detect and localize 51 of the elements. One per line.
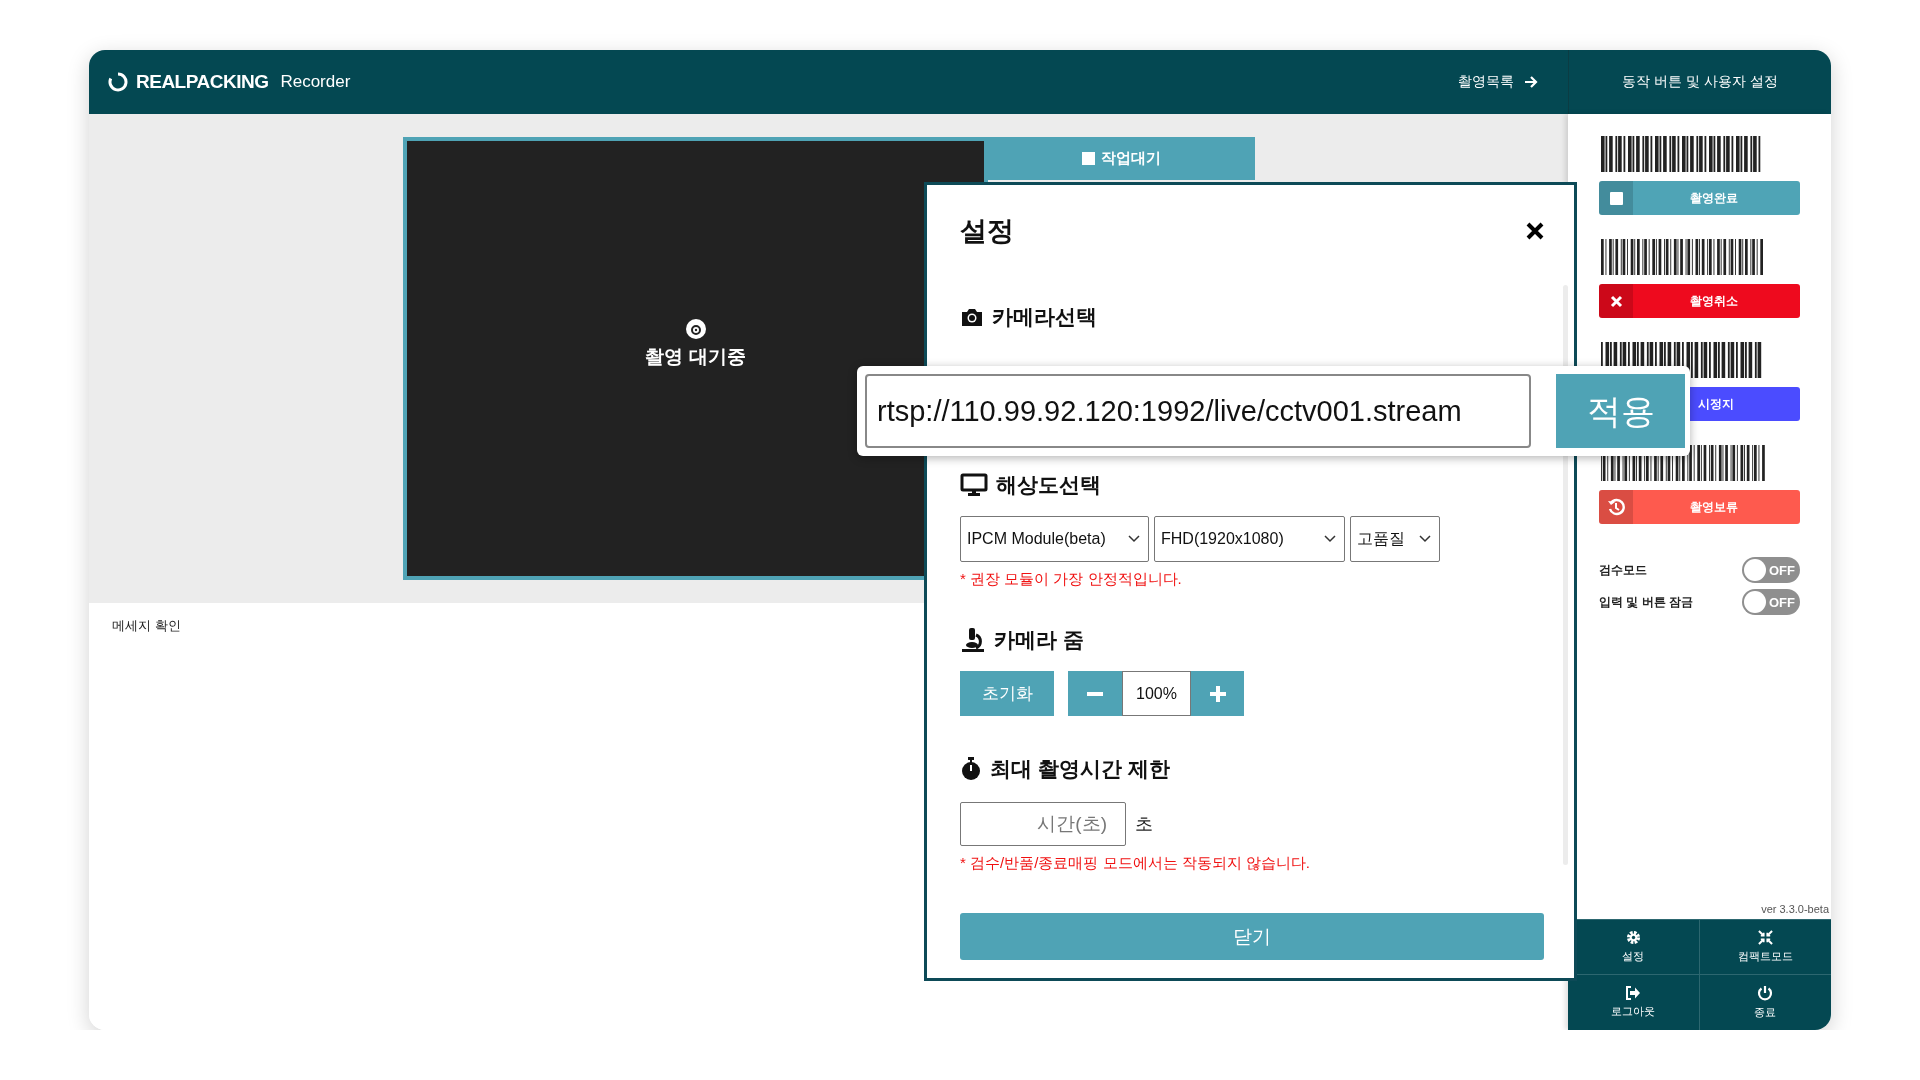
logo-icon: [108, 72, 128, 92]
settings-icon: [1625, 930, 1641, 945]
unit-label: 초: [1135, 813, 1153, 836]
hint-text: * 권장 모듈이 가장 안정적입니다.: [960, 570, 1182, 589]
logout-icon: [1625, 986, 1642, 1000]
time-field[interactable]: 시간(초): [960, 802, 1126, 846]
action-button[interactable]: 시정지: [1690, 387, 1800, 421]
panel-title: 동작 버튼 및 사용자 설정: [1622, 73, 1778, 91]
toggle-label: 입력 및 버튼 잠금: [1599, 593, 1693, 611]
zoom-out-button[interactable]: [1068, 671, 1122, 716]
section-heading: 카메라선택: [992, 304, 1097, 330]
disc-icon: [684, 317, 707, 340]
power-icon: [1757, 985, 1774, 1001]
zoom-in-button[interactable]: [1191, 671, 1244, 716]
monitor-icon: [960, 473, 988, 497]
section-heading: 최대 촬영시간 제한: [990, 756, 1170, 782]
chevron-down-icon: [1419, 535, 1431, 543]
close-icon[interactable]: [1525, 221, 1545, 241]
close-icon: [1609, 294, 1623, 308]
list-link[interactable]: 촬영목록: [1458, 73, 1538, 91]
zoom-value: 100%: [1122, 671, 1191, 716]
logo-text: REALPACKING: [136, 71, 269, 93]
dialog-title: 설정: [960, 215, 1014, 248]
square-icon: [1609, 191, 1623, 205]
section-heading: 카메라 줌: [994, 627, 1084, 653]
select-field[interactable]: 고품질: [1350, 516, 1440, 562]
square-icon: [1082, 152, 1095, 165]
footer-button[interactable]: 종료: [1699, 974, 1831, 1030]
plus-icon: [1209, 685, 1226, 702]
stopwatch-icon: [960, 757, 982, 781]
chevron-down-icon: [1324, 535, 1336, 543]
action-button[interactable]: 촬영취소: [1599, 284, 1800, 318]
history-icon: [1607, 498, 1625, 516]
camera-icon: [960, 307, 984, 327]
app-name: Recorder: [280, 72, 351, 92]
hint-text: * 검수/반품/종료매핑 모드에서는 작동되지 않습니다.: [960, 854, 1310, 873]
url-field[interactable]: rtsp://110.99.92.120:1992/live/cctv001.stream: [865, 374, 1531, 448]
chevron-down-icon: [1128, 535, 1140, 543]
section-heading: 해상도선택: [996, 472, 1101, 498]
footer-button[interactable]: 컴팩트모드: [1699, 919, 1831, 974]
message-label: 메세지 확인: [112, 617, 181, 635]
toggle-label: 검수모드: [1599, 561, 1647, 579]
version-text: ver 3.3.0-beta: [1761, 903, 1829, 915]
minus-icon: [1087, 691, 1103, 696]
status-text: 촬영 대기중: [645, 344, 746, 369]
select-field[interactable]: FHD(1920x1080): [1154, 516, 1345, 562]
arrow-right-icon: [1524, 75, 1538, 89]
compress-icon: [1757, 930, 1773, 945]
microscope-icon: [960, 627, 986, 653]
select-field[interactable]: IPCM Module(beta): [960, 516, 1149, 562]
tab-label: 작업대기: [1101, 149, 1161, 168]
